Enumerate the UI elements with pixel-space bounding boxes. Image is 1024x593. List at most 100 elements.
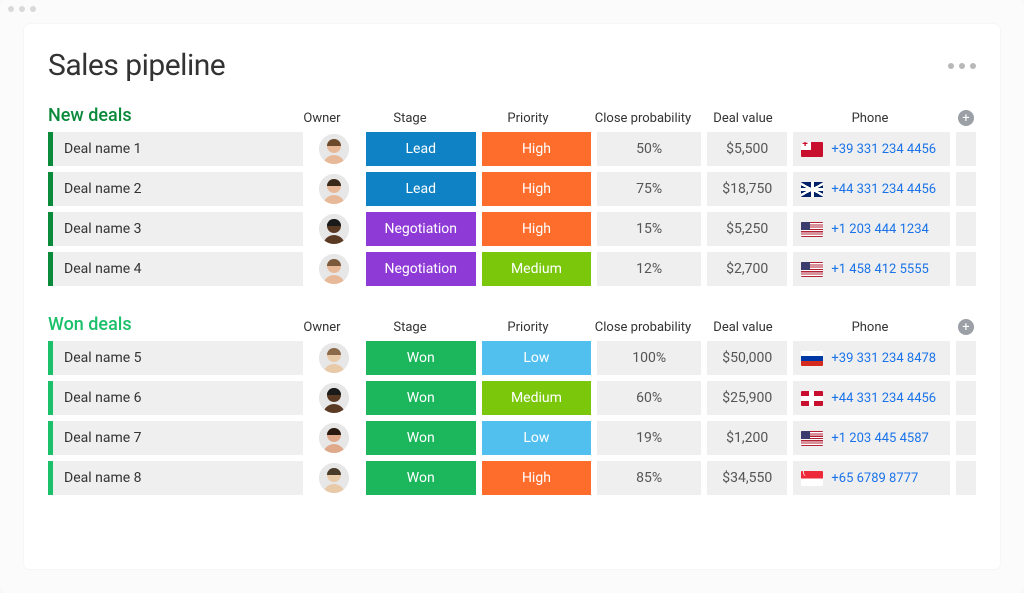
close-probability-cell[interactable]: 15% bbox=[597, 212, 701, 246]
priority-cell[interactable]: Medium bbox=[482, 381, 592, 415]
flag-icon bbox=[801, 222, 823, 237]
close-probability-cell[interactable]: 19% bbox=[597, 421, 701, 455]
row-trailing-cell[interactable] bbox=[956, 172, 976, 206]
close-probability-cell[interactable]: 100% bbox=[597, 341, 701, 375]
row-trailing-cell[interactable] bbox=[956, 381, 976, 415]
priority-cell[interactable]: Low bbox=[482, 421, 592, 455]
deal-name-cell[interactable]: Deal name 2 bbox=[48, 172, 303, 206]
deal-name-cell[interactable]: Deal name 7 bbox=[48, 421, 303, 455]
phone-cell[interactable]: +1 203 444 1234 bbox=[793, 212, 950, 246]
section-title-won[interactable]: Won deals bbox=[48, 314, 296, 341]
deal-value-cell[interactable]: $2,700 bbox=[707, 252, 787, 286]
stage-cell[interactable]: Won bbox=[366, 341, 476, 375]
phone-cell[interactable]: +44 331 234 4456 bbox=[793, 381, 950, 415]
phone-cell[interactable]: +39 331 234 8478 bbox=[793, 341, 950, 375]
table-row[interactable]: Deal name 4 Negotiation Medium 12% $2,70… bbox=[48, 252, 976, 286]
more-menu-button[interactable] bbox=[948, 63, 976, 69]
owner-cell[interactable] bbox=[309, 381, 360, 415]
row-trailing-cell[interactable] bbox=[956, 461, 976, 495]
section-color-bar bbox=[48, 212, 53, 246]
row-trailing-cell[interactable] bbox=[956, 132, 976, 166]
phone-cell[interactable]: +65 6789 8777 bbox=[793, 461, 950, 495]
phone-link[interactable]: +1 203 445 4587 bbox=[831, 431, 928, 446]
close-probability-cell[interactable]: 50% bbox=[597, 132, 701, 166]
deal-name-cell[interactable]: Deal name 4 bbox=[48, 252, 303, 286]
deal-value-cell[interactable]: $50,000 bbox=[707, 341, 787, 375]
phone-cell[interactable]: +1 458 412 5555 bbox=[793, 252, 950, 286]
priority-cell[interactable]: Medium bbox=[482, 252, 592, 286]
phone-cell[interactable]: +44 331 234 4456 bbox=[793, 172, 950, 206]
stage-cell[interactable]: Won bbox=[366, 381, 476, 415]
column-header-priority[interactable]: Priority bbox=[472, 111, 584, 126]
row-trailing-cell[interactable] bbox=[956, 421, 976, 455]
close-probability-cell[interactable]: 60% bbox=[597, 381, 701, 415]
deal-value-cell[interactable]: $5,500 bbox=[707, 132, 787, 166]
row-trailing-cell[interactable] bbox=[956, 341, 976, 375]
row-trailing-cell[interactable] bbox=[956, 212, 976, 246]
close-probability-cell[interactable]: 85% bbox=[597, 461, 701, 495]
owner-cell[interactable] bbox=[309, 421, 360, 455]
phone-link[interactable]: +44 331 234 4456 bbox=[831, 391, 936, 406]
section-title-new[interactable]: New deals bbox=[48, 105, 296, 132]
column-header-owner[interactable]: Owner bbox=[296, 111, 348, 126]
close-probability-cell[interactable]: 12% bbox=[597, 252, 701, 286]
deal-name-cell[interactable]: Deal name 3 bbox=[48, 212, 303, 246]
phone-link[interactable]: +1 458 412 5555 bbox=[831, 262, 928, 277]
owner-cell[interactable] bbox=[309, 461, 360, 495]
deal-name-cell[interactable]: Deal name 6 bbox=[48, 381, 303, 415]
column-header-phone[interactable]: Phone bbox=[790, 320, 950, 335]
owner-cell[interactable] bbox=[309, 132, 360, 166]
table-row[interactable]: Deal name 2 Lead High 75% $18,750 +44 33… bbox=[48, 172, 976, 206]
priority-cell[interactable]: High bbox=[482, 212, 592, 246]
stage-cell[interactable]: Won bbox=[366, 421, 476, 455]
deal-value-cell[interactable]: $34,550 bbox=[707, 461, 787, 495]
phone-link[interactable]: +1 203 444 1234 bbox=[831, 222, 928, 237]
deal-value-cell[interactable]: $25,900 bbox=[707, 381, 787, 415]
column-header-stage[interactable]: Stage bbox=[354, 320, 466, 335]
deal-name-cell[interactable]: Deal name 8 bbox=[48, 461, 303, 495]
phone-cell[interactable]: +39 331 234 4456 bbox=[793, 132, 950, 166]
table-row[interactable]: Deal name 7 Won Low 19% $1,200 +1 203 44… bbox=[48, 421, 976, 455]
stage-cell[interactable]: Lead bbox=[366, 172, 476, 206]
column-header-close-probability[interactable]: Close probability bbox=[590, 320, 696, 335]
table-row[interactable]: Deal name 5 Won Low 100% $50,000 +39 331… bbox=[48, 341, 976, 375]
column-header-close-probability[interactable]: Close probability bbox=[590, 111, 696, 126]
priority-cell[interactable]: High bbox=[482, 132, 592, 166]
deal-name-cell[interactable]: Deal name 5 bbox=[48, 341, 303, 375]
table-row[interactable]: Deal name 6 Won Medium 60% $25,900 +44 3… bbox=[48, 381, 976, 415]
priority-cell[interactable]: High bbox=[482, 172, 592, 206]
deal-value-cell[interactable]: $1,200 bbox=[707, 421, 787, 455]
column-header-deal-value[interactable]: Deal value bbox=[702, 320, 784, 335]
phone-cell[interactable]: +1 203 445 4587 bbox=[793, 421, 950, 455]
stage-cell[interactable]: Won bbox=[366, 461, 476, 495]
phone-link[interactable]: +39 331 234 8478 bbox=[831, 351, 936, 366]
phone-link[interactable]: +65 6789 8777 bbox=[831, 471, 918, 486]
deal-value-cell[interactable]: $18,750 bbox=[707, 172, 787, 206]
column-header-phone[interactable]: Phone bbox=[790, 111, 950, 126]
section-color-bar bbox=[48, 132, 53, 166]
add-column-button[interactable]: + bbox=[956, 319, 976, 335]
column-header-priority[interactable]: Priority bbox=[472, 320, 584, 335]
owner-cell[interactable] bbox=[309, 172, 360, 206]
owner-cell[interactable] bbox=[309, 212, 360, 246]
column-header-stage[interactable]: Stage bbox=[354, 111, 466, 126]
priority-cell[interactable]: Low bbox=[482, 341, 592, 375]
row-trailing-cell[interactable] bbox=[956, 252, 976, 286]
owner-cell[interactable] bbox=[309, 341, 360, 375]
add-column-button[interactable]: + bbox=[956, 110, 976, 126]
phone-link[interactable]: +39 331 234 4456 bbox=[831, 142, 936, 157]
phone-link[interactable]: +44 331 234 4456 bbox=[831, 182, 936, 197]
table-row[interactable]: Deal name 3 Negotiation High 15% $5,250 … bbox=[48, 212, 976, 246]
close-probability-cell[interactable]: 75% bbox=[597, 172, 701, 206]
priority-cell[interactable]: High bbox=[482, 461, 592, 495]
deal-name-cell[interactable]: Deal name 1 bbox=[48, 132, 303, 166]
column-header-owner[interactable]: Owner bbox=[296, 320, 348, 335]
table-row[interactable]: Deal name 8 Won High 85% $34,550 +65 678… bbox=[48, 461, 976, 495]
stage-cell[interactable]: Negotiation bbox=[366, 212, 476, 246]
table-row[interactable]: Deal name 1 Lead High 50% $5,500 +39 331… bbox=[48, 132, 976, 166]
owner-cell[interactable] bbox=[309, 252, 360, 286]
stage-cell[interactable]: Negotiation bbox=[366, 252, 476, 286]
column-header-deal-value[interactable]: Deal value bbox=[702, 111, 784, 126]
stage-cell[interactable]: Lead bbox=[366, 132, 476, 166]
deal-value-cell[interactable]: $5,250 bbox=[707, 212, 787, 246]
